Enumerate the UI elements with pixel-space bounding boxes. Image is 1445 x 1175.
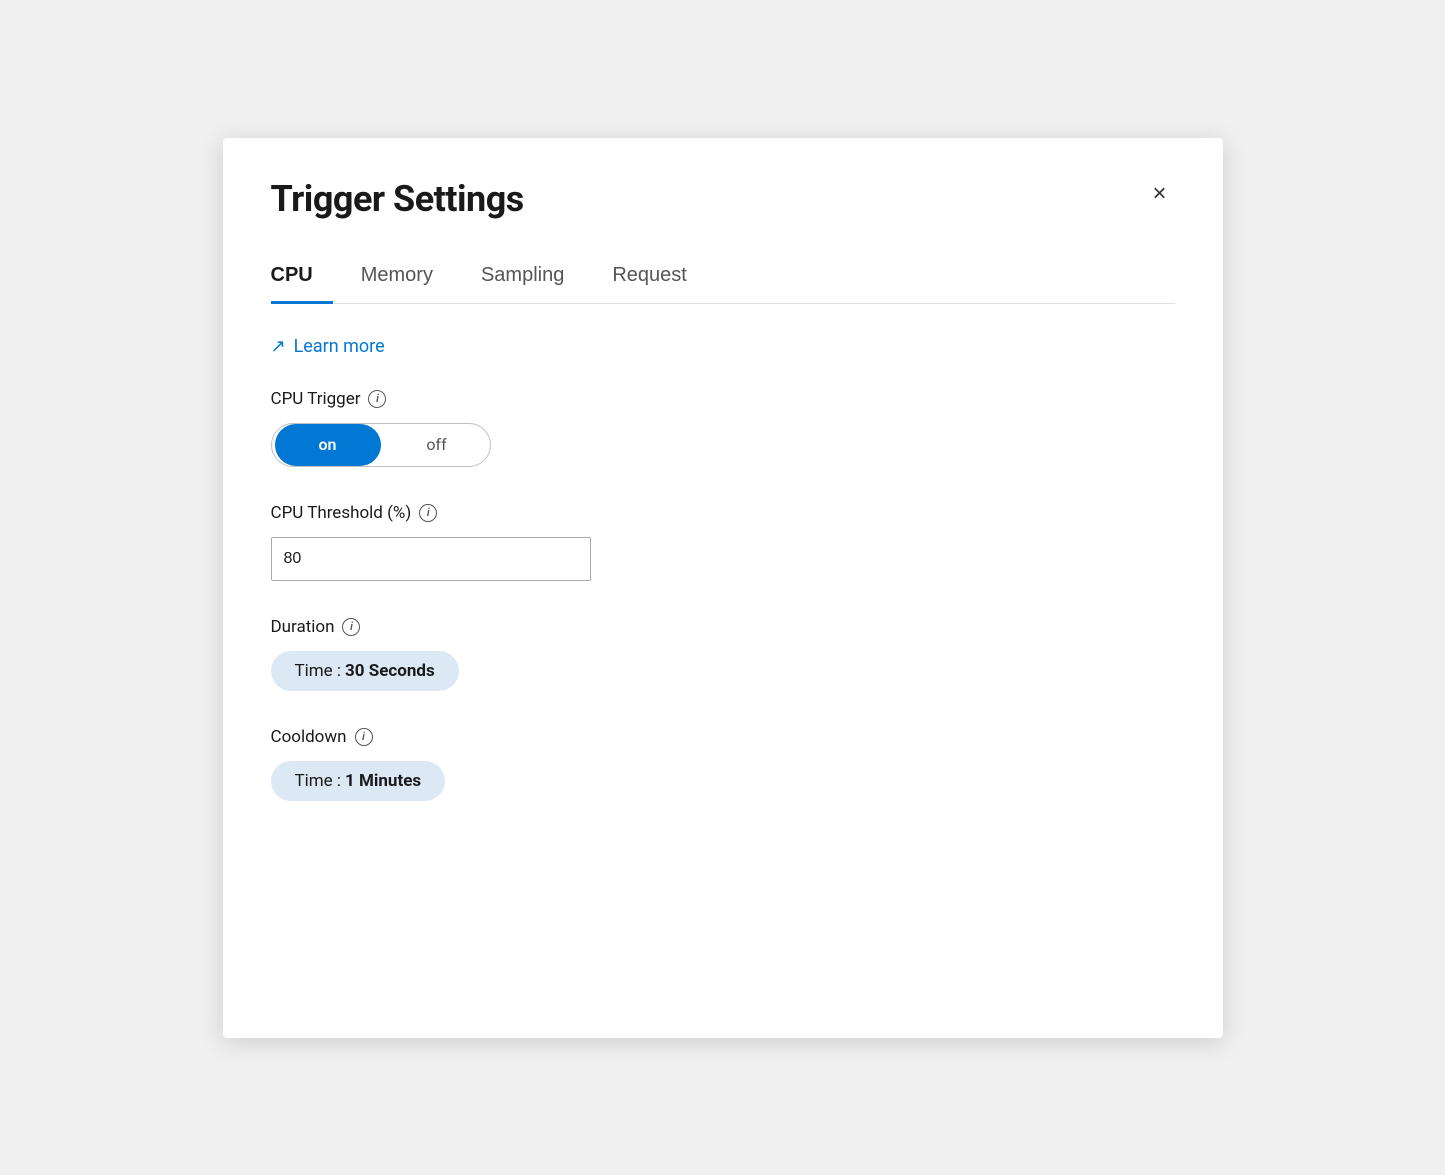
tabs-container: CPU Memory Sampling Request: [271, 252, 1175, 304]
trigger-settings-dialog: Trigger Settings × CPU Memory Sampling R…: [223, 138, 1223, 1038]
cpu-trigger-label-row: CPU Trigger i: [271, 389, 1175, 409]
dialog-title: Trigger Settings: [271, 178, 524, 220]
close-button[interactable]: ×: [1144, 178, 1174, 210]
toggle-on-option[interactable]: on: [275, 424, 381, 466]
cpu-threshold-label: CPU Threshold (%): [271, 503, 412, 523]
cpu-trigger-label: CPU Trigger: [271, 389, 361, 409]
duration-badge[interactable]: Time : 30 Seconds: [271, 651, 459, 691]
cpu-threshold-label-row: CPU Threshold (%) i: [271, 503, 1175, 523]
duration-info-icon[interactable]: i: [342, 618, 360, 636]
cooldown-label: Cooldown: [271, 727, 347, 747]
duration-time-prefix: Time :: [295, 661, 342, 681]
cooldown-badge[interactable]: Time : 1 Minutes: [271, 761, 446, 801]
cpu-trigger-info-icon[interactable]: i: [368, 390, 386, 408]
tab-memory[interactable]: Memory: [361, 252, 453, 304]
cpu-threshold-section: CPU Threshold (%) i: [271, 503, 1175, 581]
dialog-header: Trigger Settings ×: [271, 178, 1175, 220]
toggle-off-option[interactable]: off: [384, 424, 490, 466]
cpu-trigger-toggle[interactable]: on off: [271, 423, 491, 467]
cpu-threshold-info-icon[interactable]: i: [419, 504, 437, 522]
cooldown-section: Cooldown i Time : 1 Minutes: [271, 727, 1175, 801]
cooldown-label-row: Cooldown i: [271, 727, 1175, 747]
duration-section: Duration i Time : 30 Seconds: [271, 617, 1175, 691]
external-link-icon: ↗: [271, 336, 286, 357]
learn-more-row: ↗ Learn more: [271, 336, 1175, 357]
tab-request[interactable]: Request: [612, 252, 707, 304]
duration-label: Duration: [271, 617, 335, 637]
cpu-threshold-input[interactable]: [271, 537, 591, 581]
tab-cpu[interactable]: CPU: [271, 252, 333, 304]
cooldown-time-prefix: Time :: [295, 771, 342, 791]
cooldown-time-value: 1 Minutes: [345, 771, 421, 791]
learn-more-link[interactable]: Learn more: [294, 336, 385, 357]
duration-time-value: 30 Seconds: [345, 661, 435, 681]
cpu-trigger-section: CPU Trigger i on off: [271, 389, 1175, 467]
duration-label-row: Duration i: [271, 617, 1175, 637]
cooldown-info-icon[interactable]: i: [355, 728, 373, 746]
tab-sampling[interactable]: Sampling: [481, 252, 584, 304]
